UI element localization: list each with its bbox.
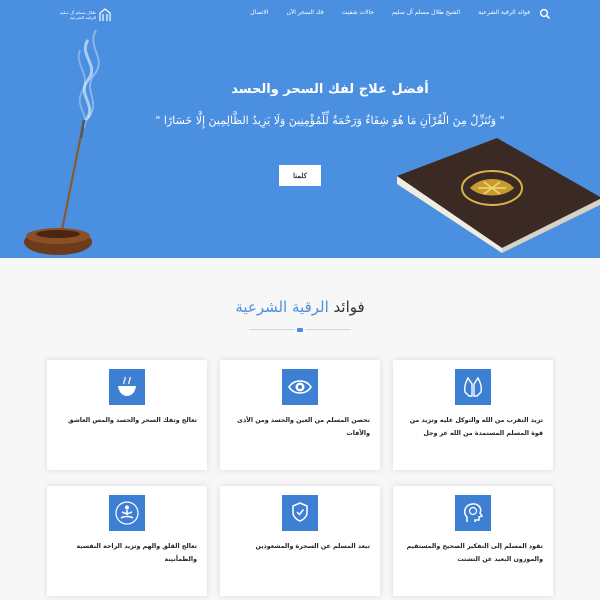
praying-hands-icon [455, 369, 491, 405]
benefit-card: تبعد المسلم عن السحرة والمشعوذين [220, 486, 380, 596]
meditation-icon [109, 495, 145, 531]
nav-item-contact[interactable]: الاتصال [250, 8, 268, 18]
eye-icon [282, 369, 318, 405]
incense-illustration [24, 29, 100, 255]
nav-item-cases[interactable]: حالات شفيت [342, 8, 374, 18]
section-title-accent: الرقية الشرعية [235, 298, 329, 316]
benefit-card: تعالج وتفك السحر والحسد والمس العاشق [47, 360, 207, 470]
benefit-text: تعالج وتفك السحر والحسد والمس العاشق [67, 417, 197, 424]
hero-banner: أفضل علاج لفك السحر والحسد " وَنُنَزِّلُ… [0, 0, 600, 258]
benefit-card: تزيد التقرب من الله والتوكل عليه وتزيد م… [393, 360, 553, 470]
benefit-card: تحصن المسلم من العين والحسد ومن الأذى وا… [220, 360, 380, 470]
hero-title: أفضل علاج لفك السحر والحسد [231, 82, 429, 97]
benefit-text: تقود المسلم إلى التفكير الصحيح والمستقيم… [406, 543, 543, 563]
benefit-text: تعالج القلق والهم وتزيد الراحة النفسية و… [76, 543, 197, 563]
main-nav: فوائد الرقية الشرعية الشيخ طلال مسلم آل … [250, 8, 530, 18]
logo-mark-icon [99, 8, 111, 21]
benefit-card: تقود المسلم إلى التفكير الصحيح والمستقيم… [393, 486, 553, 596]
logo-text: طلال مسلم آل سليم للرقية الشرعية [59, 9, 96, 21]
nav-item-benefits[interactable]: فوائد الرقية الشرعية [478, 8, 530, 18]
contact-us-button[interactable]: كلمنا [279, 165, 321, 186]
benefit-text: تزيد التقرب من الله والتوكل عليه وتزيد م… [409, 417, 543, 437]
nav-item-sheikh[interactable]: الشيخ طلال مسلم آل سليم [392, 8, 460, 18]
quran-book-illustration [397, 138, 600, 253]
incense-bowl-icon [109, 369, 145, 405]
head-brain-icon [455, 495, 491, 531]
section-title-main: فوائد [333, 298, 365, 316]
benefit-card: تعالج القلق والهم وتزيد الراحة النفسية و… [47, 486, 207, 596]
search-icon[interactable] [539, 8, 551, 20]
section-divider [249, 328, 351, 332]
hero-verse: " وَنُنَزِّلُ مِنَ الْقُرْآنِ مَا هُوَ ش… [155, 114, 505, 127]
benefit-text: تبعد المسلم عن السحرة والمشعوذين [255, 543, 370, 550]
top-navigation: طلال مسلم آل سليم للرقية الشرعية فوائد ا… [0, 0, 600, 28]
site-logo[interactable]: طلال مسلم آل سليم للرقية الشرعية [52, 6, 118, 24]
section-title: فوائد الرقية الشرعية [0, 298, 600, 316]
nav-item-undo-magic[interactable]: فك السحر الآن [286, 8, 323, 18]
hand-protect-icon [282, 495, 318, 531]
benefit-text: تحصن المسلم من العين والحسد ومن الأذى وا… [237, 417, 370, 437]
